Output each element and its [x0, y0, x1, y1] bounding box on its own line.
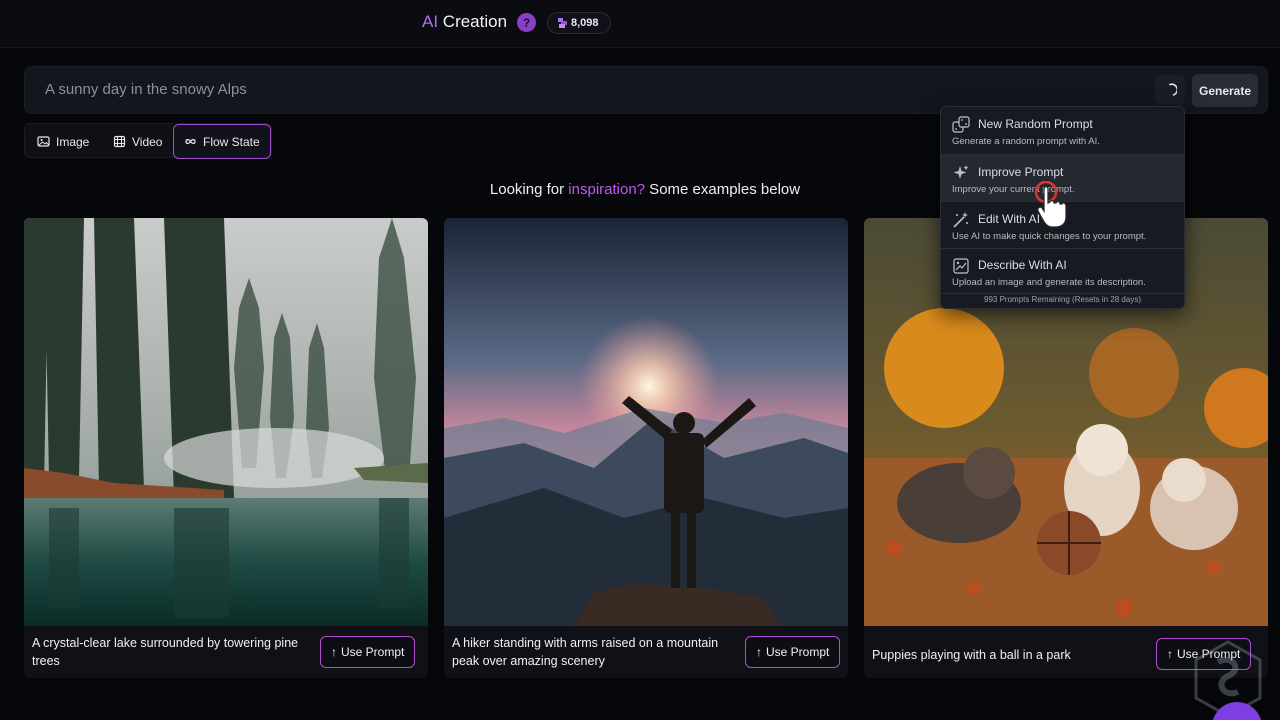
- tab-flow-state-label: Flow State: [203, 134, 260, 149]
- sparkles-icon: [953, 165, 969, 179]
- video-icon: [113, 135, 126, 148]
- example-card-hiker: A hiker standing with arms raised on a m…: [444, 218, 848, 678]
- question-icon[interactable]: ?: [517, 13, 536, 32]
- menu-item-new-random-prompt[interactable]: New Random Prompt Generate a random prom…: [941, 107, 1184, 153]
- hand-cursor-icon: [1034, 181, 1067, 228]
- card-caption: A crystal-clear lake surrounded by tower…: [32, 636, 299, 668]
- inspiration-suffix: Some examples below: [645, 181, 801, 198]
- card-caption: A hiker standing with arms raised on a m…: [452, 636, 719, 668]
- menu-item-title: New Random Prompt: [978, 117, 1093, 131]
- generate-button[interactable]: Generate: [1192, 74, 1258, 107]
- tab-flow-state[interactable]: Flow State: [173, 124, 271, 159]
- brand-text: Creation: [438, 12, 508, 31]
- menu-item-title: Edit With AI: [978, 212, 1041, 226]
- prompt-tools-button[interactable]: [1155, 75, 1185, 105]
- tab-image[interactable]: Image: [27, 124, 99, 159]
- inspiration-accent: inspiration?: [568, 181, 646, 198]
- tab-video-label: Video: [132, 134, 163, 149]
- tab-video[interactable]: Video: [103, 124, 172, 159]
- credits-badge[interactable]: 8,098: [547, 12, 611, 34]
- dice-icon: [952, 116, 970, 133]
- prompt-input[interactable]: A sunny day in the snowy Alps: [45, 81, 247, 98]
- arrow-up-icon: ↑: [331, 645, 337, 659]
- mode-tabs: Image Video Flow State: [24, 123, 272, 159]
- credits-icon: [558, 18, 567, 28]
- image-icon: [37, 136, 50, 147]
- hiker-mountain-image: [444, 218, 848, 626]
- use-prompt-button[interactable]: ↑ Use Prompt: [745, 636, 841, 668]
- use-prompt-button[interactable]: ↑ Use Prompt: [320, 636, 416, 668]
- use-prompt-label: Use Prompt: [766, 645, 830, 659]
- infinity-icon: [185, 139, 196, 144]
- use-prompt-label: Use Prompt: [341, 645, 405, 659]
- lake-forest-image: [24, 218, 428, 626]
- top-header: AI Creation ? 8,098: [0, 0, 1280, 48]
- card-caption: Puppies playing with a ball in a park: [872, 648, 1071, 662]
- prompts-remaining-text: 993 Prompts Remaining (Resets in 28 days…: [984, 295, 1141, 304]
- tab-image-label: Image: [56, 134, 90, 149]
- example-card-lake: A crystal-clear lake surrounded by tower…: [24, 218, 428, 678]
- page-title: AI Creation: [422, 12, 507, 32]
- brand-ai-text: AI: [422, 12, 439, 31]
- menu-item-desc: Generate a random prompt with AI.: [952, 136, 1100, 147]
- menu-item-describe-with-ai[interactable]: Describe With AI Upload an image and gen…: [941, 248, 1184, 294]
- loading-spinner-icon: [1169, 83, 1177, 96]
- menu-item-title: Improve Prompt: [978, 165, 1064, 179]
- arrow-up-icon: ↑: [756, 645, 762, 659]
- menu-item-desc: Upload an image and generate its descrip…: [952, 277, 1146, 288]
- menu-divider: [941, 293, 1184, 294]
- credits-count: 8,098: [571, 17, 599, 29]
- arrow-up-icon: ↑: [1167, 647, 1173, 661]
- magic-wand-icon: [953, 212, 968, 228]
- menu-item-title: Describe With AI: [978, 258, 1067, 272]
- menu-item-desc: Use AI to make quick changes to your pro…: [952, 231, 1147, 242]
- inspiration-prefix: Looking for: [489, 181, 569, 198]
- image-describe-icon: [953, 258, 969, 274]
